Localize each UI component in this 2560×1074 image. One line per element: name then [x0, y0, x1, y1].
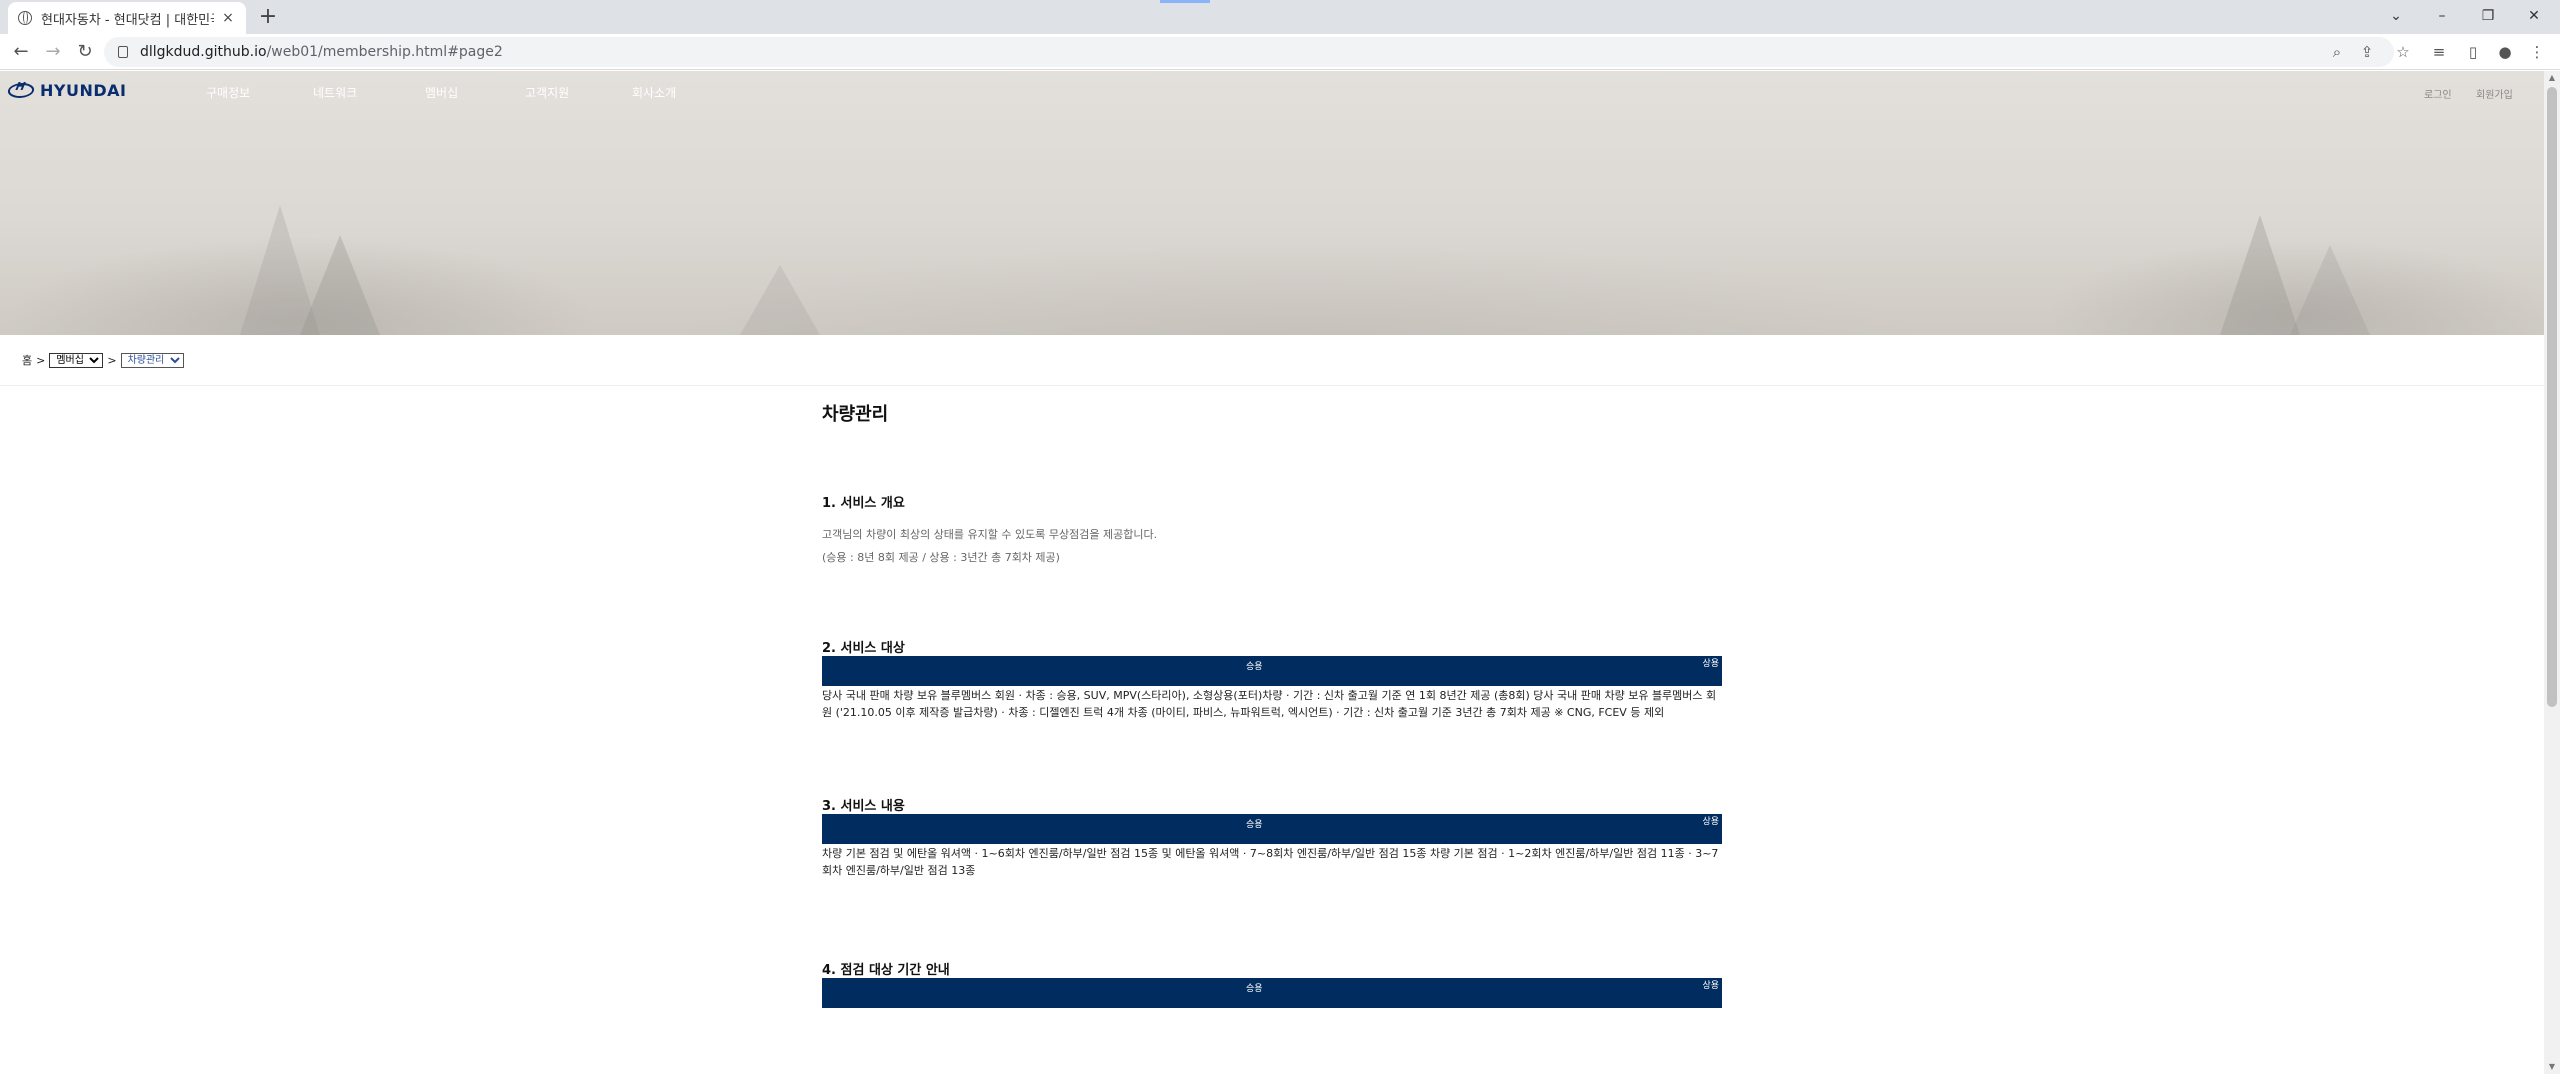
table-header-commercial: 상용 [1702, 659, 1719, 669]
page-viewport: HYUNDAI 구매정보 네트워크 멤버십 고객지원 회사소개 로그인 회원가입… [0, 71, 2544, 1074]
table-header-passenger: 승용 [1246, 984, 1263, 994]
hero-banner: HYUNDAI 구매정보 네트워크 멤버십 고객지원 회사소개 로그인 회원가입 [0, 71, 2544, 335]
browser-tab[interactable]: 현대자동차 - 현대닷컴 | 대한민국 × [8, 2, 246, 34]
table-body-text: 당사 국내 판매 차량 보유 블루멤버스 회원 · 차종 : 승용, SUV, … [822, 689, 1717, 719]
table-header-commercial: 상용 [1702, 817, 1719, 827]
gnb-item-membership[interactable]: 멤버십 [425, 84, 458, 101]
breadcrumb-separator: > [107, 353, 117, 367]
tab-title: 현대자동차 - 현대닷컴 | 대한민국 [41, 12, 214, 28]
hyundai-logo[interactable]: HYUNDAI [6, 81, 127, 100]
section-title: 4. 점검 대상 기간 안내 [822, 963, 950, 978]
hero-tree [2290, 245, 2370, 335]
back-button[interactable]: ← [9, 40, 33, 64]
divider [0, 385, 2544, 386]
breadcrumb-home[interactable]: 홈 [22, 352, 32, 368]
zoom-icon[interactable]: ⌕ [2326, 41, 2348, 63]
page-scrollbar[interactable]: ▲ ▼ [2544, 71, 2560, 1074]
url-host: dllgkdud.github.io [140, 44, 267, 60]
gnb-item-company[interactable]: 회사소개 [632, 84, 676, 101]
breadcrumb: 홈 > 멤버십 > 차량관리 [22, 352, 184, 368]
page-title: 차량관리 [822, 404, 889, 425]
logo-text: HYUNDAI [40, 81, 127, 100]
reading-list-icon[interactable]: ≡ [2428, 41, 2450, 63]
breadcrumb-select-membership[interactable]: 멤버십 [49, 352, 104, 368]
browser-tabstrip: 현대자동차 - 현대닷컴 | 대한민국 × + ⌄ – ❐ ✕ [0, 0, 2560, 34]
side-panel-icon[interactable]: ▯ [2462, 41, 2484, 63]
browser-toolbar: ← → ↻ dllgkdud.github.io/web01/membershi… [0, 34, 2560, 70]
loading-indicator [1160, 0, 1210, 3]
join-link[interactable]: 회원가입 [2476, 86, 2513, 101]
main-content: 차량관리 1. 서비스 개요 고객님의 차량이 최상의 상태를 유지할 수 있도… [822, 400, 1722, 1008]
scrollbar-thumb[interactable] [2547, 87, 2557, 707]
hyundai-emblem-icon [6, 83, 36, 98]
globe-icon [18, 11, 32, 25]
section-overview: 고객님의 차량이 최상의 상태를 유지할 수 있도록 무상점검을 제공합니다. … [822, 523, 1722, 569]
hero-tree [740, 265, 820, 335]
address-bar[interactable]: dllgkdud.github.io/web01/membership.html… [104, 37, 2394, 67]
bookmark-star-icon[interactable]: ☆ [2392, 41, 2414, 63]
hero-tree [300, 235, 380, 335]
breadcrumb-separator: > [36, 353, 46, 367]
hero-tree [2220, 215, 2300, 335]
overview-text: 고객님의 차량이 최상의 상태를 유지할 수 있도록 무상점검을 제공합니다. [822, 528, 1158, 541]
table-header-bar: 승용 상용 [822, 656, 1722, 686]
scroll-down-icon[interactable]: ▼ [2544, 1060, 2560, 1074]
table-header-bar: 승용 상용 [822, 978, 1722, 1008]
gnb-item-support[interactable]: 고객지원 [525, 84, 569, 101]
profile-avatar-icon[interactable]: ● [2494, 41, 2516, 63]
gnb-item-network[interactable]: 네트워크 [313, 84, 357, 101]
table-header-passenger: 승용 [1246, 820, 1263, 830]
section-title: 3. 서비스 내용 [822, 799, 905, 814]
close-window-button[interactable]: ✕ [2512, 2, 2556, 30]
forward-button[interactable]: → [41, 40, 65, 64]
table-header-passenger: 승용 [1246, 662, 1263, 672]
lock-icon[interactable] [118, 46, 128, 58]
login-link[interactable]: 로그인 [2424, 86, 2452, 101]
breadcrumb-select-vehicle-care[interactable]: 차량관리 [120, 352, 184, 368]
scroll-up-icon[interactable]: ▲ [2544, 71, 2560, 85]
browser-menu-icon[interactable]: ⋮ [2526, 41, 2548, 63]
table-header-bar: 승용 상용 [822, 814, 1722, 844]
reload-button[interactable]: ↻ [73, 40, 97, 64]
share-icon[interactable]: ⇪ [2356, 41, 2378, 63]
gnb-item-purchase[interactable]: 구매정보 [206, 84, 250, 101]
table-header-commercial: 상용 [1702, 981, 1719, 991]
overview-text: (승용 : 8년 8회 제공 / 상용 : 3년간 총 7회차 제공) [822, 551, 1060, 564]
section-title: 1. 서비스 개요 [822, 496, 905, 511]
url-path: /web01/membership.html#page2 [266, 44, 503, 60]
restore-button[interactable]: ❐ [2466, 2, 2510, 30]
new-tab-button[interactable]: + [256, 6, 280, 30]
tab-close-icon[interactable]: × [220, 10, 236, 26]
section-title: 2. 서비스 대상 [822, 641, 905, 656]
tab-search-button[interactable]: ⌄ [2374, 2, 2418, 30]
minimize-button[interactable]: – [2420, 2, 2464, 30]
table-body-text: 차량 기본 점검 및 에탄올 워셔액 · 1~6회차 엔진룸/하부/일반 점검 … [822, 847, 1719, 877]
